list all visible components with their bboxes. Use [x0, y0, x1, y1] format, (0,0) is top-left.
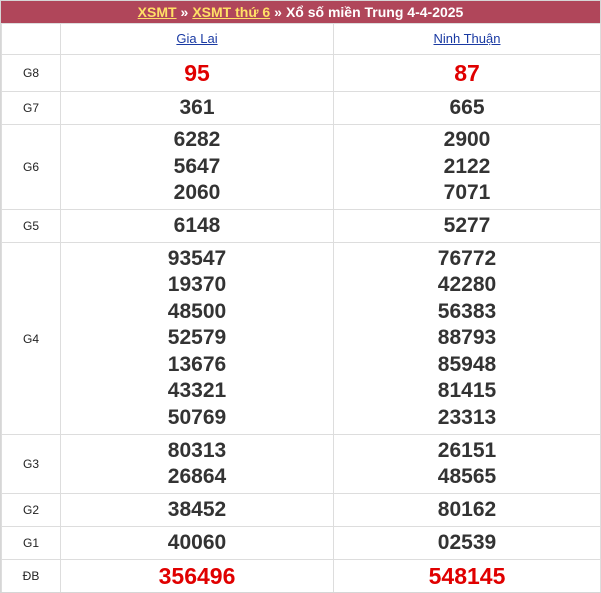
- prize-row-g6: G6 6282 5647 2060 2900 2122 7071: [1, 124, 601, 210]
- corner-cell: [1, 23, 61, 55]
- prize-cell: 02539: [333, 526, 601, 560]
- prize-label: G5: [1, 209, 61, 243]
- prize-label: G1: [1, 526, 61, 560]
- prize-number: 19370: [167, 273, 227, 297]
- breadcrumb-separator: »: [274, 4, 282, 20]
- prize-number: 40060: [167, 530, 227, 554]
- breadcrumb-separator: »: [180, 4, 189, 20]
- breadcrumb: XSMT» XSMT thứ 6» Xổ số miền Trung 4-4-202…: [1, 1, 600, 23]
- prize-number: 42280: [437, 273, 497, 297]
- prize-number: 48565: [437, 465, 497, 488]
- prize-number: 48500: [167, 299, 227, 323]
- prize-label: G3: [1, 434, 61, 494]
- prize-row-special: ĐB 356496 548145: [1, 559, 601, 592]
- prize-number: 6148: [173, 213, 221, 237]
- prize-label: G8: [1, 54, 61, 92]
- lottery-results-panel: XSMT» XSMT thứ 6» Xổ số miền Trung 4-4-202…: [0, 0, 601, 593]
- prize-row-g2: G2 38452 80162: [1, 493, 601, 527]
- prize-number: 26864: [167, 465, 227, 488]
- prize-cell: 93547 19370 48500 52579 13676 43321 5076…: [60, 242, 334, 435]
- province-link-ninh-thuan[interactable]: Ninh Thuận: [434, 31, 501, 46]
- prize-number: 7071: [443, 181, 491, 205]
- prize-cell: 40060: [60, 526, 334, 560]
- prize-cell: 38452: [60, 493, 334, 527]
- prize-number: 80313: [167, 438, 227, 462]
- breadcrumb-link-xsmt[interactable]: XSMT: [138, 4, 177, 20]
- prize-number: 43321: [167, 379, 227, 403]
- prize-number: 361: [179, 95, 215, 119]
- prize-cell: 6148: [60, 209, 334, 243]
- prize-number: 23313: [437, 405, 497, 429]
- prize-label: G4: [1, 242, 61, 435]
- prize-cell: 6282 5647 2060: [60, 124, 334, 210]
- prize-number: 81415: [437, 379, 497, 403]
- prize-number: 5277: [443, 213, 491, 237]
- prize-number: 56383: [437, 299, 497, 323]
- prize-cell: 76772 42280 56383 88793 85948 81415 2331…: [333, 242, 601, 435]
- prize-row-g5: G5 6148 5277: [1, 209, 601, 243]
- prize-number: 93547: [167, 246, 227, 270]
- prize-label: G7: [1, 91, 61, 125]
- breadcrumb-link-xsmt-friday[interactable]: XSMT thứ 6: [192, 4, 270, 20]
- prize-cell: 665: [333, 91, 601, 125]
- special-prize-number: 356496: [158, 563, 236, 589]
- prize-number: 38452: [167, 497, 227, 521]
- prize-label: G2: [1, 493, 61, 527]
- prize-cell: 548145: [333, 559, 601, 592]
- prize-row-g3: G3 80313 26864 26151 48565: [1, 434, 601, 494]
- prize-number: 88793: [437, 326, 497, 350]
- prize-number: 5647: [173, 154, 221, 178]
- results-table: Gia Lai Ninh Thuận G8 95 87 G7 361 665 G…: [1, 23, 601, 592]
- prize-number: 13676: [167, 352, 227, 376]
- prize-number: 2060: [173, 181, 221, 205]
- prize-number: 26151: [437, 438, 497, 462]
- prize-row-g8: G8 95 87: [1, 54, 601, 92]
- prize-cell: 5277: [333, 209, 601, 243]
- prize-cell: 95: [60, 54, 334, 92]
- prize-number: 665: [449, 95, 485, 119]
- province-header-row: Gia Lai Ninh Thuận: [1, 23, 601, 55]
- province-cell-2: Ninh Thuận: [333, 23, 601, 55]
- prize-number: 2900: [443, 128, 491, 152]
- prize-number: 87: [454, 60, 480, 86]
- prize-number: 50769: [167, 405, 227, 429]
- prize-label: ĐB: [1, 559, 61, 592]
- prize-number: 80162: [437, 497, 497, 521]
- prize-number: 2122: [443, 154, 491, 178]
- special-prize-number: 548145: [428, 563, 506, 589]
- prize-cell: 80313 26864: [60, 434, 334, 494]
- prize-number: 02539: [437, 530, 497, 554]
- prize-number: 85948: [437, 352, 497, 376]
- prize-cell: 80162: [333, 493, 601, 527]
- province-link-gia-lai[interactable]: Gia Lai: [176, 31, 217, 46]
- prize-row-g1: G1 40060 02539: [1, 526, 601, 560]
- prize-row-g4: G4 93547 19370 48500 52579 13676 43321 5…: [1, 242, 601, 435]
- prize-cell: 87: [333, 54, 601, 92]
- prize-cell: 361: [60, 91, 334, 125]
- prize-number: 6282: [173, 128, 221, 152]
- prize-number: 95: [184, 60, 210, 86]
- prize-label: G6: [1, 124, 61, 210]
- prize-number: 52579: [167, 326, 227, 350]
- prize-cell: 356496: [60, 559, 334, 592]
- province-cell-1: Gia Lai: [60, 23, 334, 55]
- prize-number: 76772: [437, 246, 497, 270]
- page-title: Xổ số miền Trung 4-4-2025: [285, 4, 464, 20]
- prize-cell: 26151 48565: [333, 434, 601, 494]
- prize-cell: 2900 2122 7071: [333, 124, 601, 210]
- prize-row-g7: G7 361 665: [1, 91, 601, 125]
